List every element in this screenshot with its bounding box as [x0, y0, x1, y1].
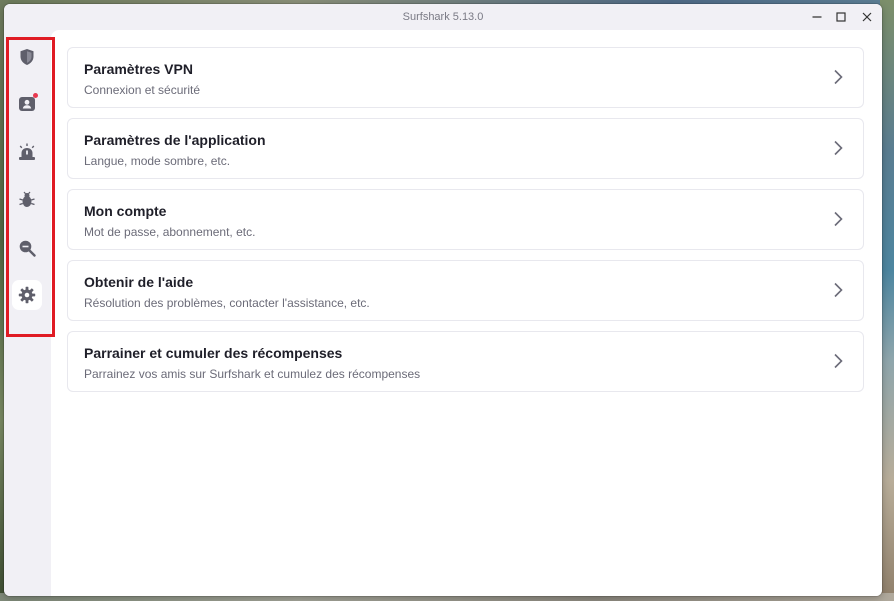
sidebar-nav	[4, 30, 51, 596]
settings-item-title: Parrainer et cumuler des récompenses	[84, 345, 343, 361]
minimize-button[interactable]	[806, 7, 828, 27]
sidebar-item-alert[interactable]	[12, 137, 42, 167]
chevron-right-icon	[834, 211, 843, 227]
settings-item-account[interactable]: Mon compte Mot de passe, abonnement, etc…	[67, 189, 864, 250]
chevron-right-icon	[834, 69, 843, 85]
chevron-right-icon	[834, 353, 843, 369]
settings-item-subtitle: Mot de passe, abonnement, etc.	[84, 225, 256, 239]
settings-item-help[interactable]: Obtenir de l'aide Résolution des problèm…	[67, 260, 864, 321]
settings-item-referral[interactable]: Parrainer et cumuler des récompenses Par…	[67, 331, 864, 392]
sidebar-item-settings[interactable]	[12, 280, 42, 310]
gear-icon	[18, 286, 36, 304]
close-button[interactable]	[856, 7, 878, 27]
settings-item-subtitle: Parrainez vos amis sur Surfshark et cumu…	[84, 367, 421, 381]
chevron-right-icon	[834, 140, 843, 156]
bug-icon	[19, 191, 35, 207]
close-icon	[862, 12, 872, 22]
user-icon	[19, 97, 35, 111]
sidebar-item-vpn[interactable]	[12, 42, 42, 72]
maximize-icon	[836, 12, 846, 22]
chevron-right-icon	[834, 282, 843, 298]
settings-item-subtitle: Connexion et sécurité	[84, 83, 201, 97]
settings-item-subtitle: Résolution des problèmes, contacter l'as…	[84, 296, 370, 310]
settings-item-title: Paramètres VPN	[84, 61, 193, 77]
settings-item-title: Paramètres de l'application	[84, 132, 266, 148]
notification-dot	[33, 93, 38, 98]
alert-icon	[19, 143, 35, 160]
sidebar-item-account[interactable]	[12, 89, 42, 119]
settings-panel: Paramètres VPN Connexion et sécurité Par…	[51, 30, 882, 596]
minimize-icon	[812, 16, 822, 18]
maximize-button[interactable]	[830, 7, 852, 27]
desktop-background-right	[880, 0, 894, 601]
shield-icon	[20, 49, 34, 65]
sidebar-item-search[interactable]	[12, 233, 42, 263]
window-title: Surfshark 5.13.0	[402, 11, 484, 23]
settings-item-title: Obtenir de l'aide	[84, 274, 194, 290]
settings-item-subtitle: Langue, mode sombre, etc.	[84, 154, 231, 168]
settings-item-vpn[interactable]: Paramètres VPN Connexion et sécurité	[67, 47, 864, 108]
title-bar[interactable]: Surfshark 5.13.0	[4, 4, 882, 30]
settings-item-title: Mon compte	[84, 203, 167, 219]
sidebar-item-antivirus[interactable]	[12, 185, 42, 215]
app-window: Surfshark 5.13.0 Paramètres VPN Connexio…	[4, 4, 882, 596]
search-icon	[19, 240, 36, 257]
settings-item-app[interactable]: Paramètres de l'application Langue, mode…	[67, 118, 864, 179]
